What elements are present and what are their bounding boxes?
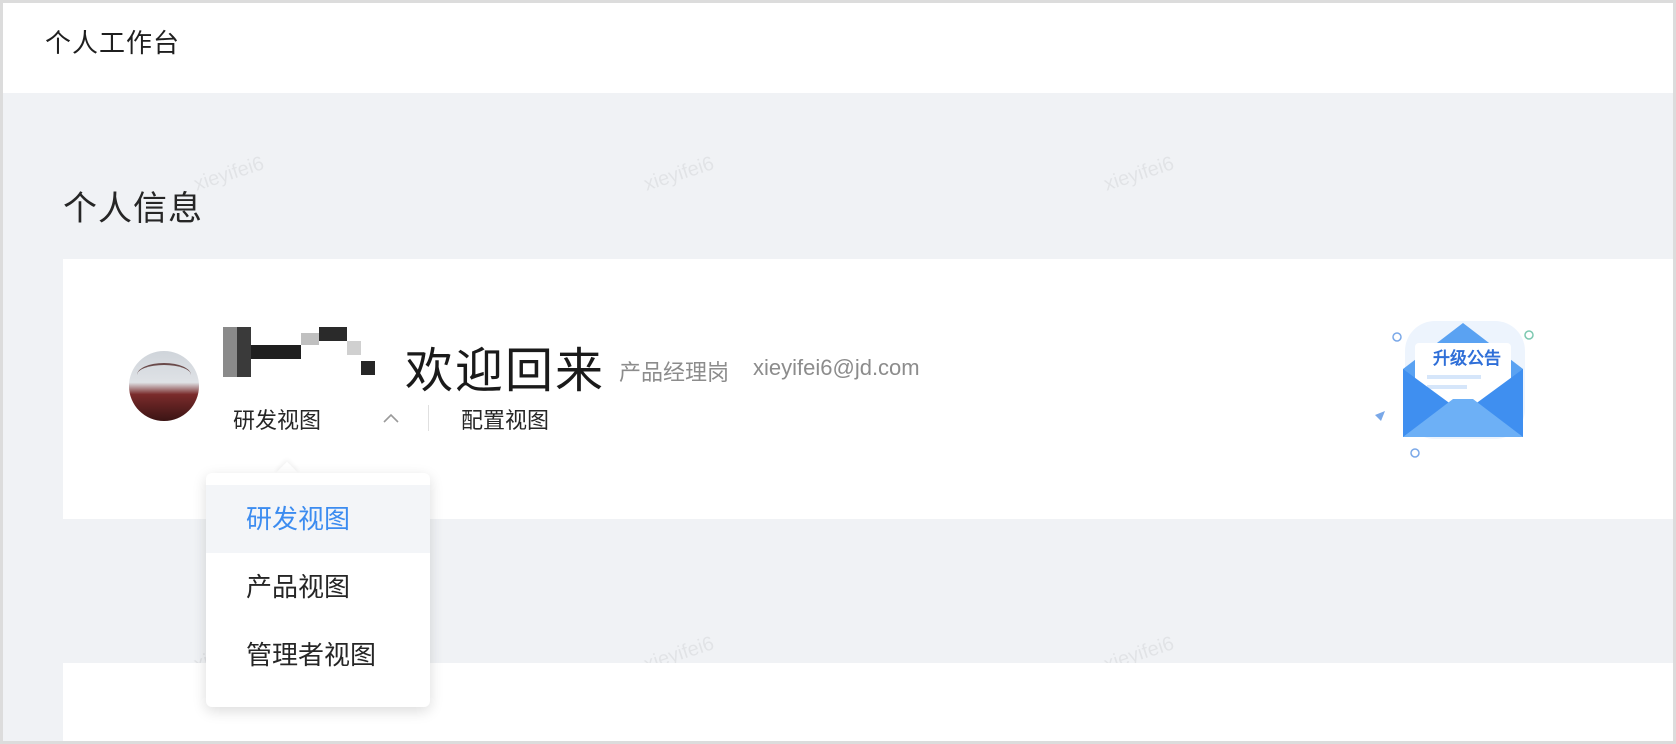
- view-selector[interactable]: 研发视图: [233, 403, 321, 435]
- chevron-up-icon[interactable]: [381, 409, 401, 429]
- top-bar: 个人工作台: [3, 3, 1673, 93]
- watermark: xieyifei6: [641, 152, 717, 196]
- avatar[interactable]: [129, 351, 199, 421]
- menu-item-product-view[interactable]: 产品视图: [206, 553, 430, 621]
- page-title: 个人工作台: [45, 28, 181, 58]
- menu-item-manager-view[interactable]: 管理者视图: [206, 621, 430, 689]
- email-label: xieyifei6@jd.com: [753, 355, 920, 380]
- config-view-link[interactable]: 配置视图: [461, 403, 549, 435]
- workbench-window: 个人工作台 xieyifei6 xieyifei6 xieyifei6 xiey…: [0, 0, 1676, 744]
- section-title-personal-info: 个人信息: [63, 190, 203, 228]
- watermark: xieyifei6: [1101, 152, 1177, 196]
- envelope-icon: [1375, 321, 1534, 458]
- welcome-text: 欢迎回来: [405, 345, 606, 398]
- role-label: 产品经理岗: [619, 360, 730, 385]
- user-name-redacted: [223, 327, 383, 377]
- avatar-branch-decor: [137, 363, 191, 387]
- menu-item-dev-view[interactable]: 研发视图: [206, 485, 430, 553]
- view-dropdown-menu: 研发视图 产品视图 管理者视图: [206, 473, 430, 707]
- announcement-label[interactable]: 升级公告: [1426, 347, 1508, 371]
- upgrade-announcement-button[interactable]: [1375, 303, 1555, 463]
- divider: [428, 405, 429, 431]
